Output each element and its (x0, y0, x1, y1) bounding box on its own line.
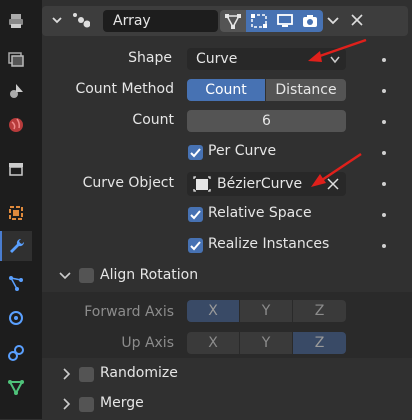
checkmark-icon (190, 210, 201, 220)
on-cage-icon (251, 14, 267, 28)
physics-icon (9, 311, 23, 325)
up-axis-y-option[interactable]: Y (240, 332, 292, 354)
keyframe-dot[interactable] (382, 151, 386, 155)
per-curve-checkbox[interactable] (188, 145, 203, 160)
count-method-distance-option[interactable]: Distance (266, 79, 346, 101)
tab-constraints[interactable] (0, 338, 32, 368)
up-axis-x-option[interactable]: X (187, 332, 239, 354)
camera-icon (303, 15, 317, 27)
array-modifier-icon (72, 12, 91, 28)
monitor-icon (277, 14, 293, 27)
keyframe-dot[interactable] (382, 120, 386, 124)
realize-instances-checkbox[interactable] (188, 238, 203, 253)
checkmark-icon (190, 241, 201, 251)
tab-output[interactable] (0, 6, 32, 36)
tab-separator (32, 0, 42, 419)
chevron-right-icon[interactable] (60, 367, 74, 381)
shape-value: Curve (196, 51, 238, 67)
annotation-arrow-icon (311, 152, 362, 187)
tab-world[interactable] (0, 110, 32, 140)
annotation-arrow-icon (308, 38, 367, 62)
tab-data[interactable] (0, 372, 32, 402)
world-icon (9, 118, 23, 132)
scene-icon (10, 84, 23, 98)
printer-icon (9, 14, 23, 28)
merge-subpanel-header[interactable] (42, 390, 408, 420)
forward-axis-x-option[interactable]: X (187, 300, 239, 322)
randomize-subpanel-header[interactable] (42, 360, 408, 390)
constraint-icon (8, 345, 24, 361)
tab-scene[interactable] (0, 76, 32, 106)
collection-box-icon (9, 163, 23, 176)
modifier-name-field[interactable]: Array (103, 10, 218, 32)
close-icon[interactable] (350, 13, 364, 27)
up-axis-label: Up Axis (121, 335, 174, 351)
curve-object-icon (193, 176, 211, 192)
edit-mode-toggle[interactable] (220, 10, 246, 32)
chevron-right-icon[interactable] (60, 397, 74, 411)
align-rotation-checkbox[interactable] (79, 268, 94, 283)
up-axis-z-option[interactable]: Z (293, 332, 346, 354)
count-method-count-option[interactable]: Count (187, 79, 265, 101)
collapse-chevron-icon[interactable] (50, 13, 64, 27)
count-field[interactable]: 6 (187, 110, 346, 132)
forward-axis-z-option[interactable]: Z (293, 300, 346, 322)
align-rotation-label: Align Rotation (100, 267, 199, 283)
dropdown-menu-chevron-icon[interactable] (326, 14, 340, 28)
randomize-label: Randomize (100, 365, 178, 381)
keyframe-dot[interactable] (382, 213, 386, 217)
forward-axis-y-option[interactable]: Y (240, 300, 292, 322)
relative-space-checkbox[interactable] (188, 207, 203, 222)
count-label: Count (132, 112, 174, 128)
edit-mode-icon (225, 14, 241, 29)
render-toggle[interactable] (297, 10, 323, 32)
tab-physics[interactable] (0, 303, 32, 333)
curve-object-label: Curve Object (82, 175, 174, 191)
chevron-down-icon[interactable] (58, 269, 72, 283)
properties-tab-strip (0, 0, 32, 419)
count-method-label: Count Method (75, 81, 174, 97)
tab-view-layer[interactable] (0, 44, 32, 74)
mesh-data-icon (8, 380, 24, 396)
tab-modifiers[interactable] (0, 231, 32, 261)
per-curve-label: Per Curve (208, 143, 277, 159)
realize-instances-label: Realize Instances (208, 236, 330, 252)
object-square-icon (9, 206, 23, 220)
merge-label: Merge (100, 395, 144, 411)
curve-object-value: BézierCurve (217, 176, 303, 192)
forward-axis-label: Forward Axis (84, 304, 174, 320)
tab-particles[interactable] (0, 268, 32, 298)
on-cage-toggle[interactable] (246, 10, 272, 32)
keyframe-dot[interactable] (382, 58, 386, 62)
align-rotation-subpanel-header[interactable] (42, 262, 408, 292)
tab-collection[interactable] (0, 154, 32, 184)
merge-checkbox[interactable] (79, 397, 94, 412)
keyframe-dot[interactable] (382, 244, 386, 248)
particles-icon (9, 276, 23, 291)
realtime-toggle[interactable] (272, 10, 298, 32)
relative-space-label: Relative Space (208, 205, 312, 221)
shape-label: Shape (128, 50, 172, 66)
tab-object[interactable] (0, 198, 32, 228)
keyframe-dot[interactable] (382, 182, 386, 186)
checkmark-icon (190, 148, 201, 158)
image-stack-icon (8, 52, 24, 67)
keyframe-dot[interactable] (382, 89, 386, 93)
wrench-icon (10, 238, 25, 253)
randomize-checkbox[interactable] (79, 367, 94, 382)
